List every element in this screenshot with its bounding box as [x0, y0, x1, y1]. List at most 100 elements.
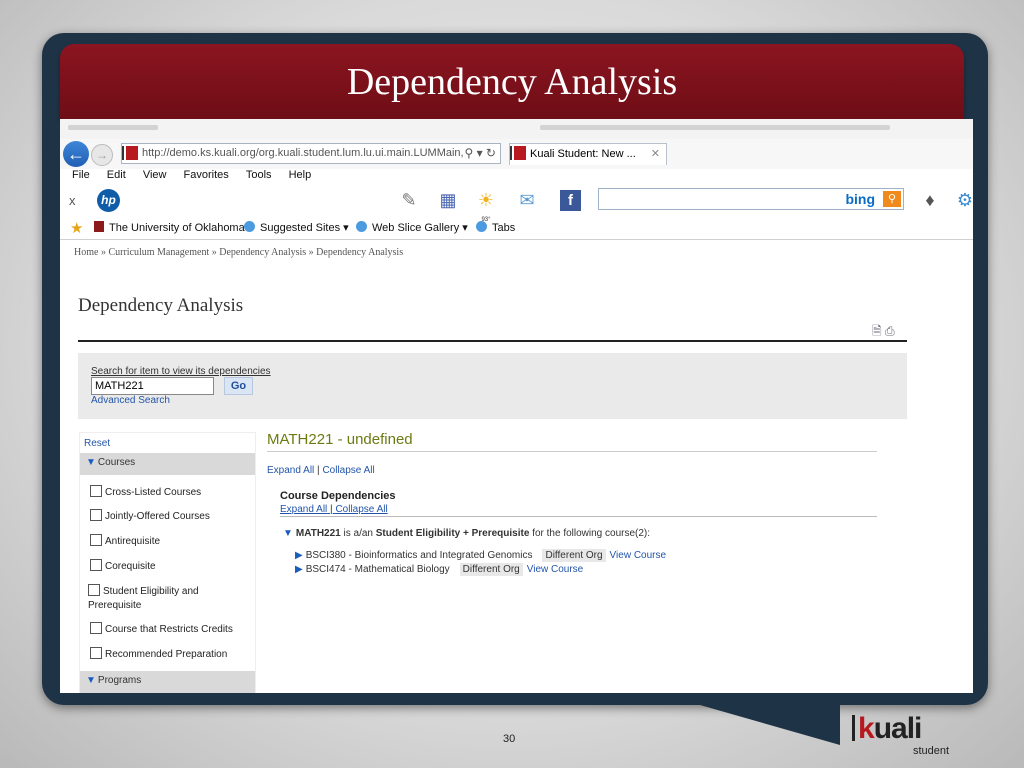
advanced-search-link[interactable]: Advanced Search	[91, 395, 170, 406]
dependency-text2: for the following course(2):	[532, 528, 651, 539]
filter-sidebar: Reset ▼ Courses Cross-Listed Courses Join…	[79, 432, 256, 693]
slide-page-number: 30	[503, 733, 516, 745]
expand-arrow-icon[interactable]: ▶	[295, 550, 303, 561]
view-course-link[interactable]: View Course	[527, 564, 584, 575]
dependency-course: MATH221	[295, 528, 341, 539]
ie-icon	[244, 221, 255, 232]
url-text: http://demo.ks.kuali.org/org.kuali.stude…	[142, 147, 464, 159]
section-collapse-all-link[interactable]: Collapse All	[335, 504, 387, 515]
search-label: Search for item to view its dependencies	[91, 366, 271, 377]
dependent-course-row: ▶ BSCI380 - Bioinformatics and Integrated…	[295, 549, 667, 562]
menu-favorites[interactable]: Favorites	[184, 169, 229, 181]
collapse-all-link[interactable]: Collapse All	[322, 465, 374, 476]
page-title: Dependency Analysis	[78, 295, 244, 316]
ou-icon	[94, 221, 104, 232]
frame-tail	[700, 705, 840, 745]
address-bar-icons[interactable]: ⚲ ▾ ↻	[464, 144, 496, 163]
mail-icon[interactable]: ✉	[515, 190, 539, 210]
browser-screenshot: ← → http://demo.ks.kuali.org/org.kuali.s…	[60, 119, 973, 693]
checkbox[interactable]	[90, 559, 102, 571]
checkbox[interactable]	[90, 485, 102, 497]
fav-tabs[interactable]: Tabs	[476, 221, 515, 234]
fav-suggested-sites[interactable]: Suggested Sites ▾	[244, 221, 349, 234]
slide-title: Dependency Analysis	[346, 61, 678, 103]
result-title: MATH221 - undefined	[267, 431, 413, 448]
top-expand-collapse: Expand All | Collapse All	[267, 465, 375, 476]
expand-triangle-icon: ▼	[283, 528, 293, 539]
go-button[interactable]: Go	[224, 377, 253, 395]
traffic-icon[interactable]: ▦	[436, 190, 460, 210]
checkbox[interactable]	[90, 622, 102, 634]
courses-facet-header[interactable]: ▼ Courses	[80, 453, 255, 475]
export-icon[interactable]: 🗎	[872, 324, 882, 338]
back-arrow-icon[interactable]: ←	[63, 141, 89, 167]
dependency-text1: is a/an	[343, 528, 373, 539]
checkbox[interactable]	[90, 509, 102, 521]
window-titlebar	[60, 119, 973, 139]
menu-tools[interactable]: Tools	[246, 169, 272, 181]
course-dependencies-heading: Course Dependencies	[280, 490, 396, 502]
tab-close-icon[interactable]: ✕	[651, 144, 660, 164]
course-name: BSCI380 - Bioinformatics and Integrated …	[305, 550, 533, 561]
facet-student-eligibility[interactable]: Student Eligibility and Prerequisite	[88, 584, 206, 613]
print-icon[interactable]: ⎙	[885, 324, 895, 338]
bing-logo: bing	[845, 191, 875, 207]
course-name: BSCI474 - Mathematical Biology	[305, 564, 450, 575]
breadcrumb[interactable]: Home » Curriculum Management » Dependenc…	[74, 247, 403, 258]
menu-help[interactable]: Help	[289, 169, 312, 181]
news-icon[interactable]: ✎	[397, 190, 421, 210]
programs-facet-header[interactable]: ▼ Programs	[80, 671, 255, 693]
kuali-favicon-icon	[122, 146, 138, 160]
toolbar-row: x hp ✎ ▦ ☀93° ✉ f bing ⚲ ♦ ⚙	[60, 185, 973, 223]
address-bar[interactable]: http://demo.ks.kuali.org/org.kuali.stude…	[121, 143, 501, 164]
browser-tab[interactable]: Kuali Student: New ... ✕	[509, 143, 667, 165]
menu-edit[interactable]: Edit	[107, 169, 126, 181]
favorites-star-icon[interactable]: ★	[70, 219, 83, 237]
kuali-favicon-icon	[510, 146, 526, 160]
checkbox[interactable]	[90, 647, 102, 659]
org-badge: Different Org	[459, 563, 523, 576]
result-divider	[267, 451, 877, 452]
facet-restricts-credits[interactable]: Course that Restricts Credits	[90, 622, 250, 637]
bing-search-input[interactable]: bing ⚲	[598, 188, 904, 210]
kuali-logo-sub: student	[913, 745, 950, 757]
extension-icon[interactable]: ⚙	[953, 190, 973, 210]
dependent-course-row: ▶ BSCI474 - Mathematical Biology Different…	[295, 563, 584, 576]
section-divider	[280, 516, 877, 517]
facebook-icon[interactable]: f	[560, 190, 581, 211]
checkbox[interactable]	[88, 584, 100, 596]
facet-antirequisite[interactable]: Antirequisite	[90, 534, 250, 549]
menu-view[interactable]: View	[143, 169, 167, 181]
org-badge: Different Org	[542, 549, 606, 562]
checkbox[interactable]	[90, 534, 102, 546]
reset-link[interactable]: Reset	[84, 438, 110, 449]
forward-arrow-icon[interactable]: →	[91, 144, 113, 166]
fav-oklahoma[interactable]: The University of Oklahoma	[94, 221, 245, 234]
browser-nav-row: ← → http://demo.ks.kuali.org/org.kuali.s…	[60, 139, 973, 169]
search-panel: Search for item to view its dependencies…	[78, 353, 907, 419]
search-icon[interactable]: ⚲	[883, 191, 901, 207]
favorites-bar: ★ The University of Oklahoma Suggested S…	[60, 217, 973, 240]
weather-icon[interactable]: ☀93°	[474, 190, 498, 223]
kuali-logo: kuali	[852, 712, 922, 746]
menu-bar: File Edit View Favorites Tools Help	[60, 169, 973, 185]
expand-all-link[interactable]: Expand All	[267, 465, 314, 476]
dependency-search-input[interactable]	[91, 377, 214, 395]
menu-file[interactable]: File	[72, 169, 90, 181]
expand-arrow-icon[interactable]: ▶	[295, 564, 303, 575]
facet-recommended-prep[interactable]: Recommended Preparation	[90, 647, 250, 662]
hp-icon[interactable]: hp	[97, 189, 120, 212]
dependency-summary[interactable]: ▼ MATH221 is a/an Student Eligibility + P…	[283, 528, 650, 539]
games-icon[interactable]: ♦	[918, 190, 942, 210]
close-toolbar-icon[interactable]: x	[69, 193, 76, 208]
section-expand-collapse: Expand All | Collapse All	[280, 504, 388, 515]
facet-cross-listed[interactable]: Cross-Listed Courses	[90, 485, 250, 500]
view-course-link[interactable]: View Course	[610, 550, 667, 561]
title-divider	[78, 340, 907, 342]
tab-title: Kuali Student: New ...	[530, 148, 636, 160]
section-expand-all-link[interactable]: Expand All	[280, 504, 327, 515]
fav-web-slice-gallery[interactable]: Web Slice Gallery ▾	[356, 221, 468, 234]
facet-corequisite[interactable]: Corequisite	[90, 559, 250, 574]
facet-jointly-offered[interactable]: Jointly-Offered Courses	[90, 509, 250, 524]
expand-triangle-icon: ▼	[86, 675, 96, 686]
